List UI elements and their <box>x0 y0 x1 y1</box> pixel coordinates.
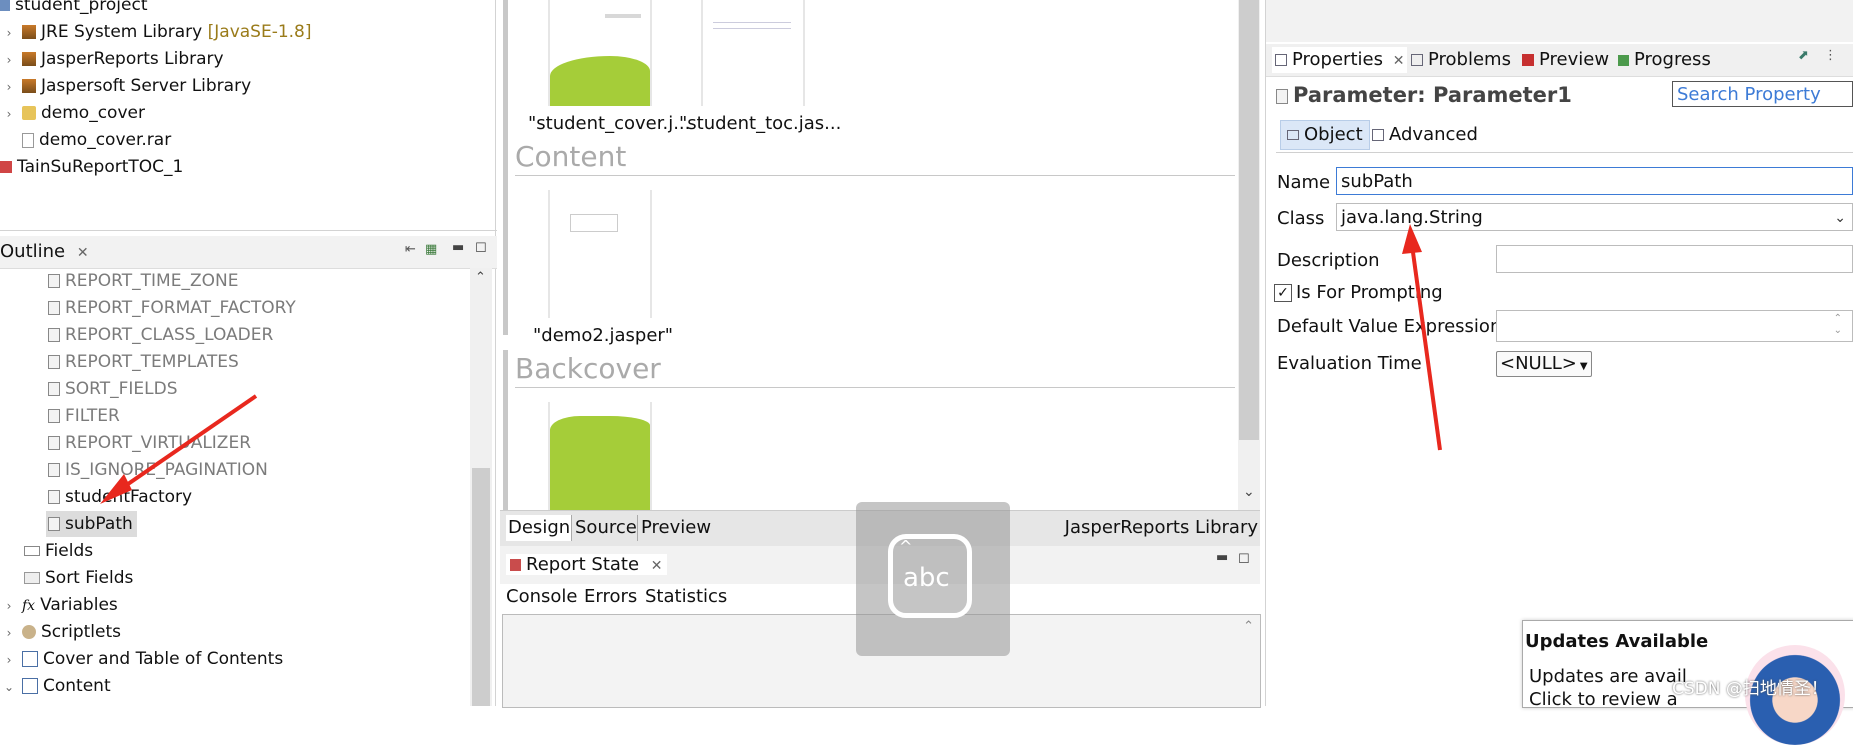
annotation-arrowhead-left <box>100 474 132 504</box>
annotation-arrowhead-right <box>1402 224 1422 254</box>
annotation-arrows <box>100 224 1442 504</box>
annotation-arrow-right <box>1410 244 1442 451</box>
annotation-arrow-left <box>110 394 258 497</box>
